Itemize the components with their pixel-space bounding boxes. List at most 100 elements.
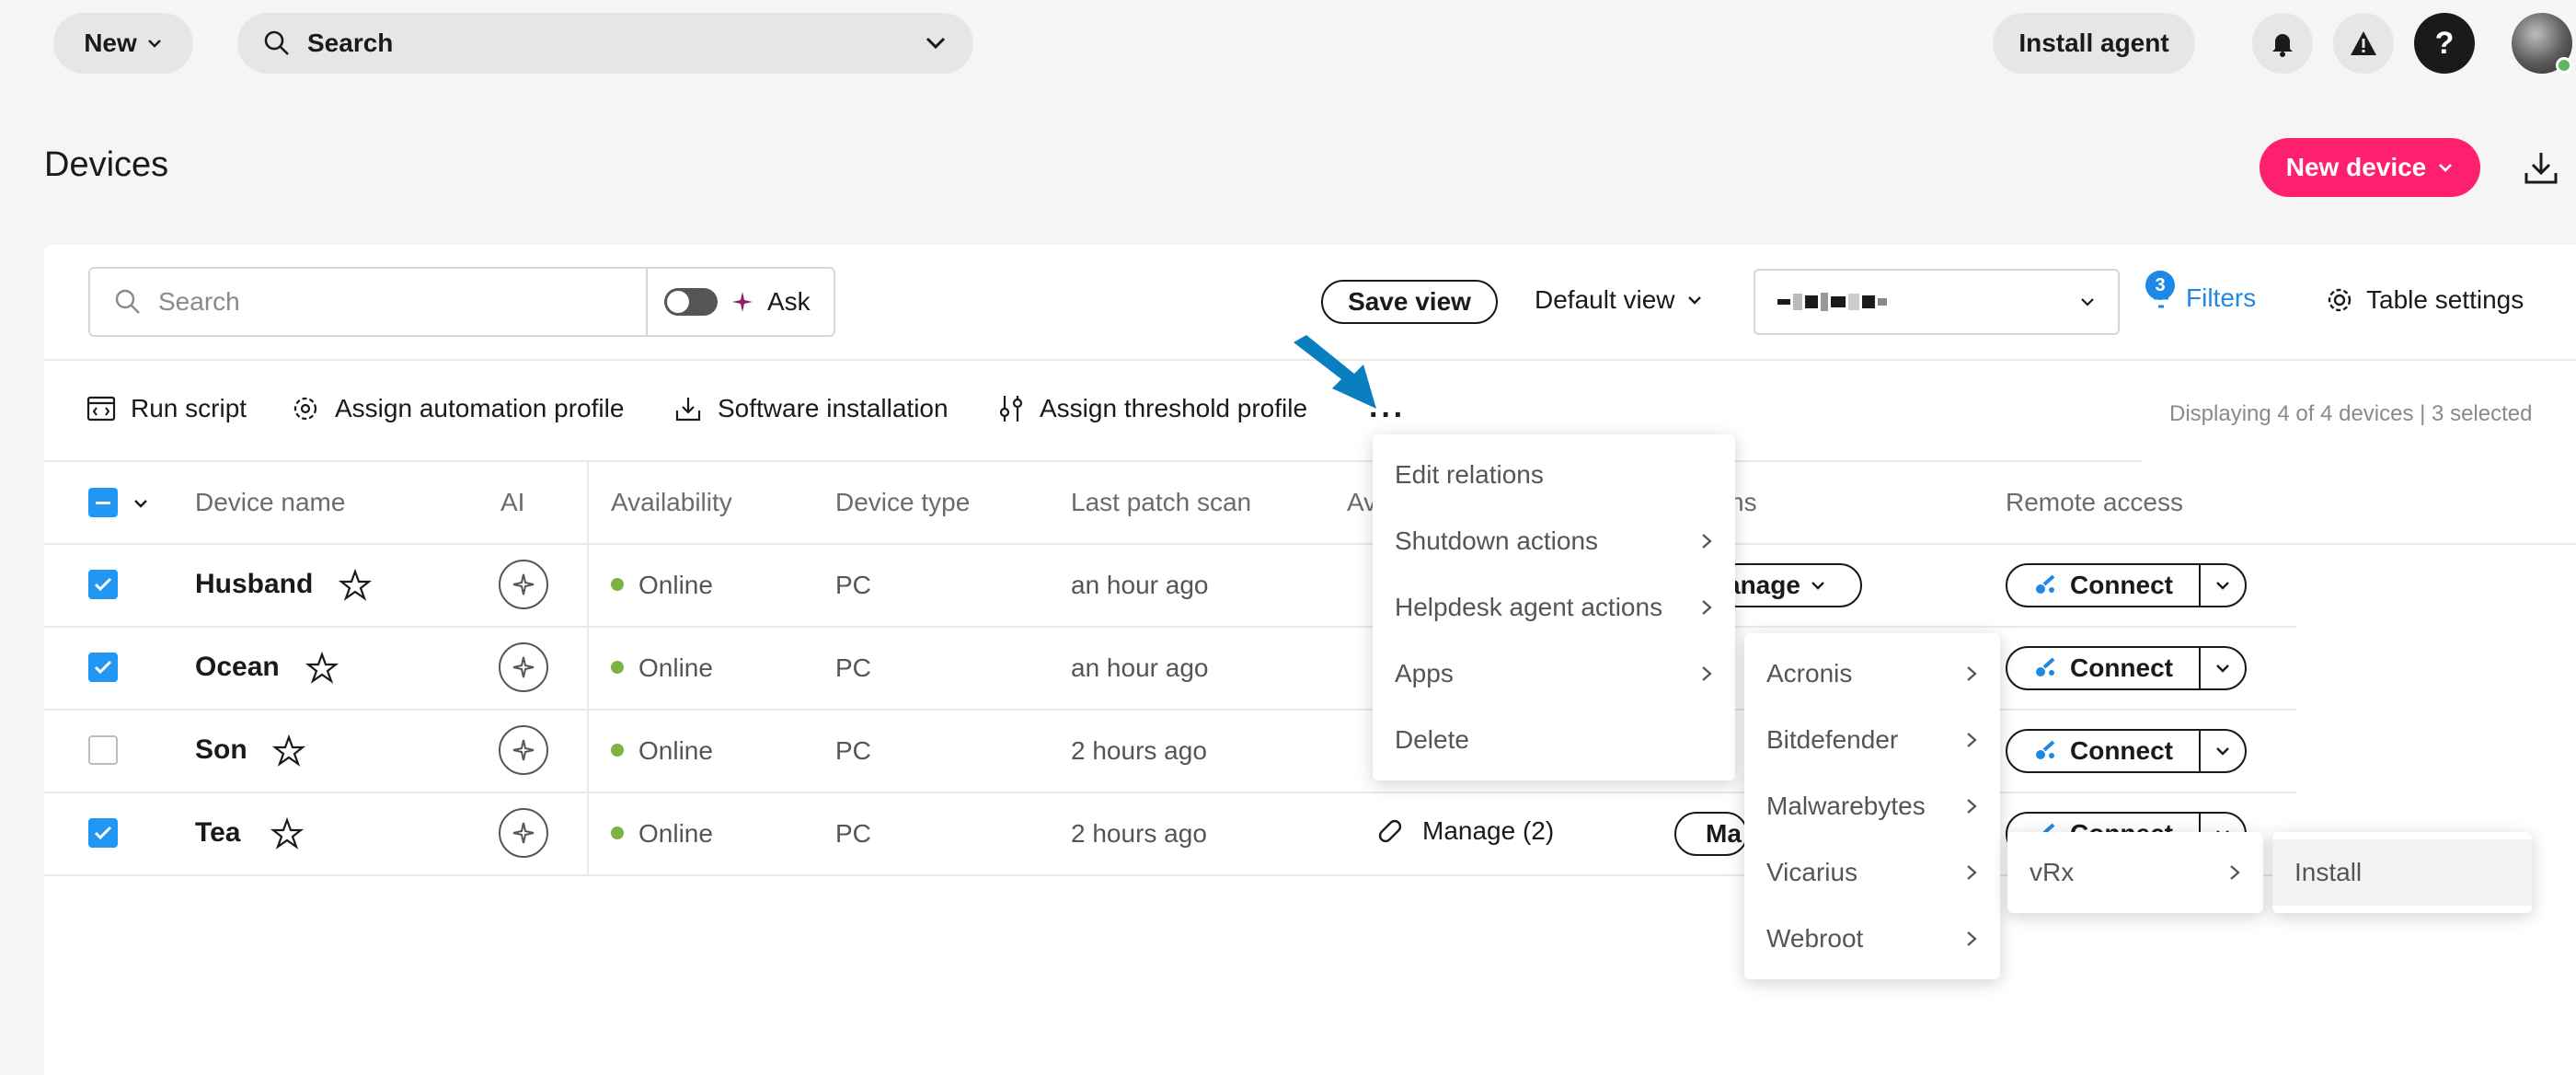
device-name[interactable]: Husband	[195, 569, 313, 600]
menu-item-acronis[interactable]: Acronis	[1744, 641, 2000, 707]
connect-options-button[interactable]	[2201, 648, 2245, 688]
check-icon	[94, 660, 112, 675]
divider	[44, 460, 2142, 462]
last-patch-value: an hour ago	[1071, 653, 1209, 682]
menu-item-label: Vicarius	[1766, 858, 1858, 886]
star-icon[interactable]	[305, 652, 339, 685]
ask-toggle-switch[interactable]	[664, 288, 718, 316]
check-icon	[94, 826, 112, 840]
chevron-down-icon[interactable]	[924, 31, 948, 55]
software-installation-button[interactable]: Software installation	[673, 394, 949, 423]
connect-options-button[interactable]	[2201, 731, 2245, 771]
connect-label: Connect	[2070, 736, 2173, 765]
online-status-dot	[611, 661, 624, 674]
chevron-right-icon	[1967, 666, 1977, 681]
connect-button[interactable]: Connect	[2007, 565, 2201, 606]
help-button[interactable]: ?	[2414, 13, 2475, 74]
menu-item-vicarius[interactable]: Vicarius	[1744, 839, 2000, 906]
menu-item-helpdesk-agent-actions[interactable]: Helpdesk agent actions	[1373, 574, 1735, 641]
menu-item-label: Helpdesk agent actions	[1395, 593, 1663, 621]
download-icon[interactable]	[2521, 147, 2561, 188]
table-settings-button[interactable]: Table settings	[2326, 285, 2524, 315]
chevron-down-icon	[2216, 582, 2229, 590]
script-icon	[86, 396, 116, 422]
install-icon	[675, 398, 701, 422]
chevron-down-icon	[2439, 164, 2453, 172]
menu-item-apps[interactable]: Apps	[1373, 641, 1735, 707]
run-script-button[interactable]: Run script	[86, 394, 247, 423]
col-device-type[interactable]: Device type	[835, 488, 970, 517]
manage-label: Ma	[1706, 819, 1742, 848]
manage-button[interactable]: Ma	[1674, 812, 1748, 856]
connect-button[interactable]: Connect	[2007, 648, 2201, 688]
table-settings-label: Table settings	[2366, 285, 2524, 314]
new-device-button[interactable]: New device	[2260, 138, 2480, 197]
menu-item-label: Shutdown actions	[1395, 526, 1599, 555]
online-status-dot	[611, 578, 624, 591]
menu-item-delete[interactable]: Delete	[1373, 707, 1735, 773]
organization-select[interactable]	[1754, 269, 2120, 335]
install-agent-button[interactable]: Install agent	[1993, 13, 2195, 74]
connect-button-group[interactable]: Connect	[2006, 646, 2247, 690]
sparkle-icon	[512, 822, 535, 844]
col-availability[interactable]: Availability	[611, 488, 732, 517]
col-ai: AI	[500, 488, 525, 516]
global-search-label: Search	[307, 29, 394, 57]
chevron-right-icon	[1702, 666, 1712, 681]
menu-item-install[interactable]: Install	[2272, 839, 2532, 906]
row-checkbox[interactable]	[88, 653, 118, 682]
antivirus-manage-label: Manage (2)	[1422, 816, 1555, 845]
online-status-dot	[611, 826, 624, 839]
filters-label: Filters	[2186, 283, 2257, 312]
manage-button[interactable]: anage	[1715, 563, 1862, 607]
new-button[interactable]: New	[53, 13, 193, 74]
row-checkbox[interactable]	[88, 570, 118, 599]
online-status-dot	[611, 744, 624, 757]
device-name[interactable]: Son	[195, 734, 247, 766]
menu-item-malwarebytes[interactable]: Malwarebytes	[1744, 773, 2000, 839]
device-name[interactable]: Tea	[195, 817, 240, 849]
menu-item-label: Webroot	[1766, 924, 1864, 953]
star-icon[interactable]	[270, 817, 304, 850]
ai-button[interactable]	[499, 725, 548, 775]
device-name[interactable]: Ocean	[195, 652, 280, 683]
select-all-checkbox[interactable]	[88, 488, 118, 517]
ask-ai-toggle[interactable]: Ask	[646, 267, 835, 337]
menu-item-edit-relations[interactable]: Edit relations	[1373, 442, 1735, 508]
star-icon[interactable]	[272, 734, 305, 768]
online-status-dot	[2556, 57, 2572, 74]
save-view-button[interactable]: Save view	[1321, 280, 1498, 324]
connect-button-group[interactable]: Connect	[2006, 563, 2247, 607]
menu-item-vrx[interactable]: vRx	[2007, 839, 2263, 906]
ai-button[interactable]	[499, 642, 548, 692]
remote-connect-icon	[2036, 740, 2055, 759]
menu-item-shutdown-actions[interactable]: Shutdown actions	[1373, 508, 1735, 574]
ai-button[interactable]	[499, 808, 548, 858]
default-view-dropdown[interactable]: Default view	[1535, 285, 1703, 315]
assign-threshold-profile-button[interactable]: Assign threshold profile	[997, 394, 1307, 423]
chevron-down-icon[interactable]	[132, 495, 149, 512]
assign-automation-profile-button[interactable]: Assign automation profile	[291, 394, 624, 423]
antivirus-manage-link[interactable]: Manage (2)	[1374, 815, 1554, 847]
connect-button-group[interactable]: Connect	[2006, 729, 2247, 773]
menu-item-webroot[interactable]: Webroot	[1744, 906, 2000, 972]
last-patch-value: 2 hours ago	[1071, 819, 1207, 848]
global-search[interactable]: Search	[237, 13, 973, 74]
star-icon[interactable]	[339, 569, 372, 602]
new-label: New	[84, 29, 137, 57]
divider	[44, 626, 2296, 628]
notifications-button[interactable]	[2252, 13, 2313, 74]
redacted-value	[1777, 293, 1887, 311]
row-checkbox[interactable]	[88, 735, 118, 765]
ai-button[interactable]	[499, 560, 548, 609]
col-last-patch-scan[interactable]: Last patch scan	[1071, 488, 1251, 517]
menu-item-bitdefender[interactable]: Bitdefender	[1744, 707, 2000, 773]
connect-options-button[interactable]	[2201, 565, 2245, 606]
connect-button[interactable]: Connect	[2007, 731, 2201, 771]
chevron-right-icon	[1967, 931, 1977, 946]
row-checkbox[interactable]	[88, 818, 118, 848]
alerts-button[interactable]	[2333, 13, 2394, 74]
new-device-label: New device	[2285, 153, 2427, 181]
col-device-name[interactable]: Device name	[195, 488, 345, 517]
device-search-input[interactable]: Search	[88, 267, 648, 337]
